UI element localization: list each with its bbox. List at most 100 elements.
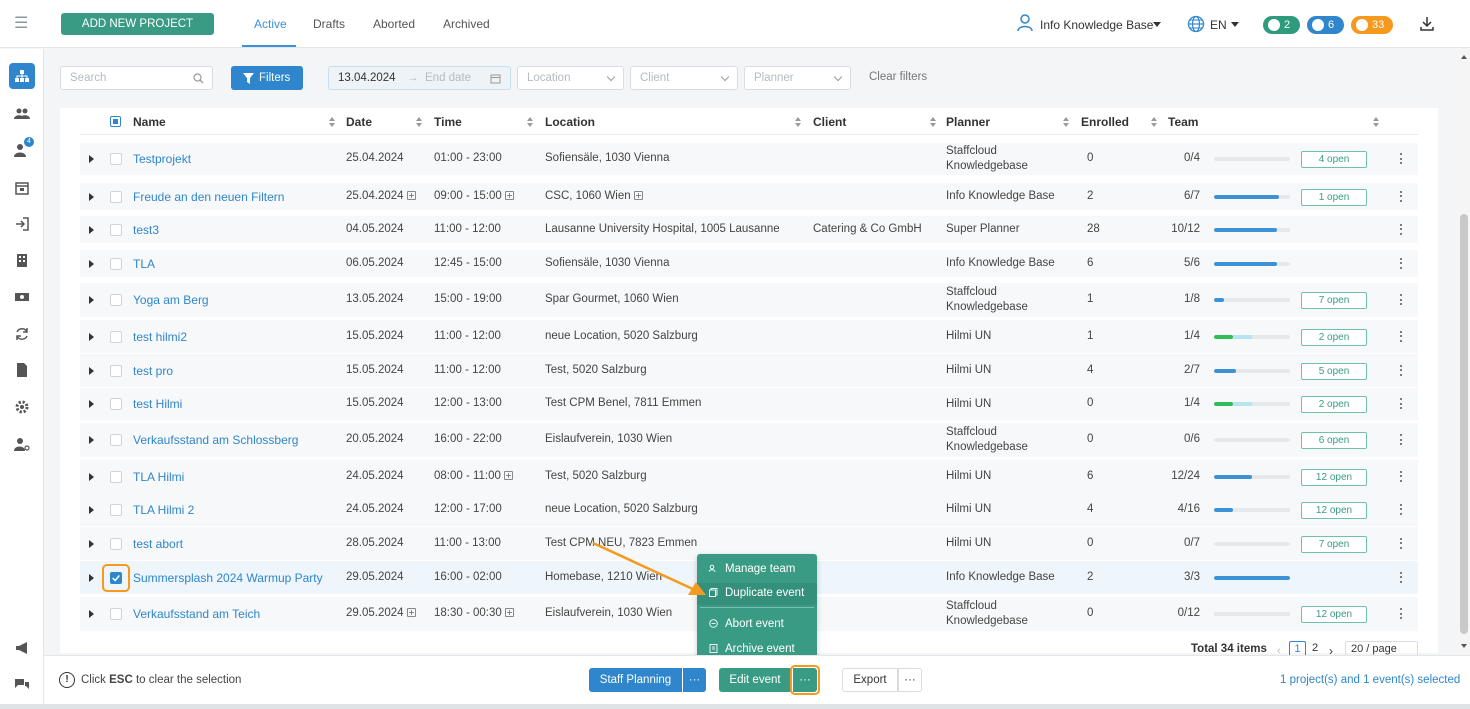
expand-row-icon[interactable]: [89, 332, 94, 341]
staff-planning-more-button[interactable]: ···: [683, 668, 706, 692]
row-more-icon[interactable]: [1399, 434, 1403, 446]
expand-row-icon[interactable]: [89, 192, 94, 201]
project-name-link[interactable]: test hilmi2: [133, 330, 187, 344]
expand-details-icon[interactable]: [633, 190, 643, 200]
row-checkbox[interactable]: [110, 537, 122, 550]
export-more-button[interactable]: ···: [898, 668, 922, 692]
column-header-time[interactable]: Time: [434, 115, 462, 129]
globe-icon[interactable]: [1187, 15, 1205, 33]
row-checkbox[interactable]: [110, 223, 122, 236]
staff-planning-button[interactable]: Staff Planning: [589, 668, 682, 692]
row-checkbox[interactable]: [110, 503, 122, 516]
open-slots-tag[interactable]: 5 open: [1301, 362, 1367, 380]
tab-archived[interactable]: Archived: [443, 17, 490, 31]
expand-details-icon[interactable]: [406, 190, 416, 200]
chevron-down-icon[interactable]: [1231, 22, 1239, 27]
open-slots-tag[interactable]: 2 open: [1301, 328, 1367, 346]
expand-row-icon[interactable]: [89, 225, 94, 234]
expand-details-icon[interactable]: [503, 470, 513, 480]
export-button[interactable]: Export: [842, 668, 898, 692]
chat-icon[interactable]: [14, 677, 30, 693]
filters-button[interactable]: Filters: [231, 66, 303, 90]
expand-row-icon[interactable]: [89, 400, 94, 408]
row-more-icon[interactable]: [1399, 294, 1403, 306]
megaphone-icon[interactable]: [14, 640, 30, 656]
row-checkbox[interactable]: [110, 364, 122, 377]
row-more-icon[interactable]: [1399, 503, 1403, 516]
expand-details-icon[interactable]: [504, 608, 514, 617]
open-slots-tag[interactable]: 12 open: [1301, 501, 1367, 519]
alerts-badge[interactable]: 33: [1351, 16, 1393, 34]
clear-filters-link[interactable]: Clear filters: [869, 71, 927, 83]
project-name-link[interactable]: Verkaufsstand am Schlossberg: [133, 433, 298, 447]
open-slots-tag[interactable]: 7 open: [1301, 535, 1367, 553]
row-more-icon[interactable]: [1399, 223, 1403, 236]
expand-details-icon[interactable]: [504, 190, 514, 200]
expand-details-icon[interactable]: [406, 608, 416, 617]
project-name-link[interactable]: Testprojekt: [133, 152, 191, 166]
scrollbar-thumb[interactable]: [1460, 214, 1468, 634]
row-more-icon[interactable]: [1399, 571, 1403, 584]
row-more-icon[interactable]: [1399, 470, 1403, 483]
scroll-down-icon[interactable]: [1461, 644, 1467, 648]
download-icon[interactable]: [1420, 16, 1434, 32]
money-icon[interactable]: [14, 289, 30, 305]
scroll-up-icon[interactable]: [1461, 55, 1467, 59]
messages-badge[interactable]: 2: [1263, 16, 1300, 34]
date-range-picker[interactable]: 13.04.2024 → End date: [328, 66, 511, 90]
row-more-icon[interactable]: [1399, 364, 1403, 377]
user-name-dropdown[interactable]: Info Knowledge Base: [1040, 18, 1153, 32]
login-icon[interactable]: [14, 216, 30, 232]
expand-row-icon[interactable]: [89, 573, 94, 582]
row-more-icon[interactable]: [1399, 398, 1403, 410]
sort-icon[interactable]: [1373, 117, 1379, 127]
project-name-link[interactable]: test Hilmi: [133, 397, 182, 411]
row-checkbox[interactable]: [110, 190, 122, 203]
open-slots-tag[interactable]: 2 open: [1301, 396, 1367, 413]
row-checkbox[interactable]: [110, 257, 122, 270]
expand-row-icon[interactable]: [89, 539, 94, 548]
column-header-enrolled[interactable]: Enrolled: [1081, 115, 1129, 129]
column-header-date[interactable]: Date: [346, 115, 372, 129]
sort-icon[interactable]: [930, 117, 936, 127]
abort-event-menu-item[interactable]: Abort event: [709, 618, 784, 630]
edit-event-button[interactable]: Edit event: [719, 668, 791, 692]
document-icon[interactable]: [14, 362, 30, 378]
tab-drafts[interactable]: Drafts: [313, 17, 345, 31]
expand-row-icon[interactable]: [89, 505, 94, 514]
row-more-icon[interactable]: [1399, 153, 1403, 165]
expand-row-icon[interactable]: [89, 610, 94, 618]
sort-icon[interactable]: [1151, 117, 1157, 127]
settings-icon[interactable]: [14, 399, 30, 415]
project-name-link[interactable]: test pro: [133, 364, 173, 378]
tab-active[interactable]: Active: [254, 17, 287, 31]
row-checkbox[interactable]: [110, 434, 122, 446]
row-more-icon[interactable]: [1399, 257, 1403, 270]
project-name-link[interactable]: test3: [133, 223, 159, 237]
open-slots-tag[interactable]: 4 open: [1301, 151, 1367, 168]
row-checkbox[interactable]: [110, 330, 122, 343]
expand-row-icon[interactable]: [89, 155, 94, 163]
project-name-link[interactable]: Yoga am Berg: [133, 293, 209, 307]
client-select[interactable]: Client: [630, 66, 738, 90]
hamburger-menu-icon[interactable]: ☰: [14, 16, 30, 32]
open-slots-tag[interactable]: 12 open: [1301, 468, 1367, 486]
row-checkbox[interactable]: [110, 153, 122, 165]
chevron-down-icon[interactable]: [1153, 22, 1161, 27]
column-header-client[interactable]: Client: [813, 115, 846, 129]
sort-icon[interactable]: [527, 117, 533, 127]
tab-aborted[interactable]: Aborted: [373, 17, 415, 31]
row-checkbox[interactable]: [110, 470, 122, 483]
row-more-icon[interactable]: [1399, 537, 1403, 550]
expand-row-icon[interactable]: [89, 296, 94, 304]
project-name-link[interactable]: Verkaufsstand am Teich: [133, 607, 260, 621]
add-new-project-button[interactable]: ADD NEW PROJECT: [61, 13, 214, 35]
users-group-icon[interactable]: [14, 106, 30, 122]
row-more-icon[interactable]: [1399, 190, 1403, 203]
notifications-badge[interactable]: 6: [1307, 16, 1344, 34]
sort-icon[interactable]: [1063, 117, 1069, 127]
archive-event-menu-item[interactable]: Archive event: [709, 643, 795, 655]
row-checkbox[interactable]: [110, 608, 122, 620]
column-header-team[interactable]: Team: [1168, 115, 1198, 129]
open-slots-tag[interactable]: 6 open: [1301, 432, 1367, 449]
